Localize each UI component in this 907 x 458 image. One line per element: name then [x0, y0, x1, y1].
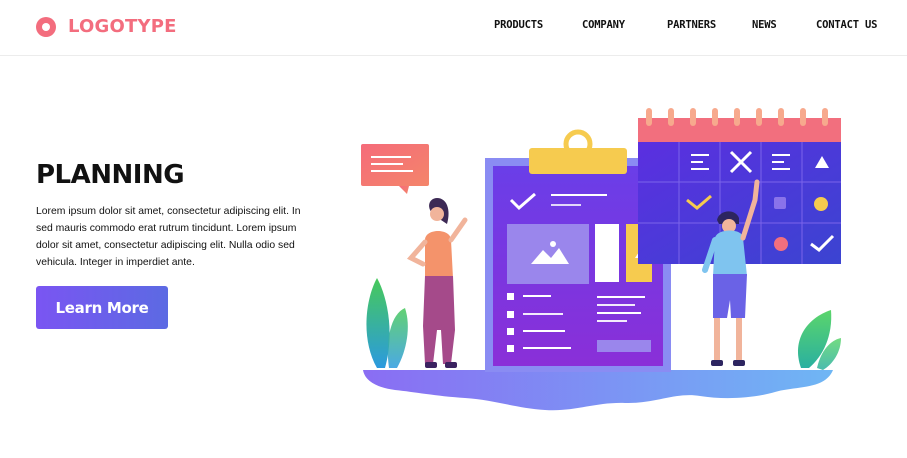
- nav-partners[interactable]: PARTNERS: [667, 19, 716, 31]
- site-header: LOGOTYPE PRODUCTS COMPANY PARTNERS NEWS …: [0, 0, 907, 56]
- hero-title: PLANNING: [36, 160, 185, 190]
- speech-bubble-icon: [361, 144, 429, 194]
- right-plant-icon: [797, 310, 841, 370]
- learn-more-button[interactable]: Learn More: [36, 286, 168, 329]
- nav-company[interactable]: COMPANY: [582, 19, 625, 31]
- ground-wave: [363, 370, 833, 411]
- nav-news[interactable]: NEWS: [752, 19, 777, 31]
- main-nav: PRODUCTS COMPANY PARTNERS NEWS CONTACT U…: [0, 19, 907, 33]
- planning-illustration: [361, 108, 841, 411]
- nav-contact-us[interactable]: CONTACT US: [816, 19, 877, 31]
- woman-figure: [406, 198, 468, 368]
- hero-description: Lorem ipsum dolor sit amet, consectetur …: [36, 206, 301, 268]
- circle-icon: [814, 197, 828, 211]
- nav-products[interactable]: PRODUCTS: [494, 19, 543, 31]
- left-plant-icon: [366, 278, 408, 368]
